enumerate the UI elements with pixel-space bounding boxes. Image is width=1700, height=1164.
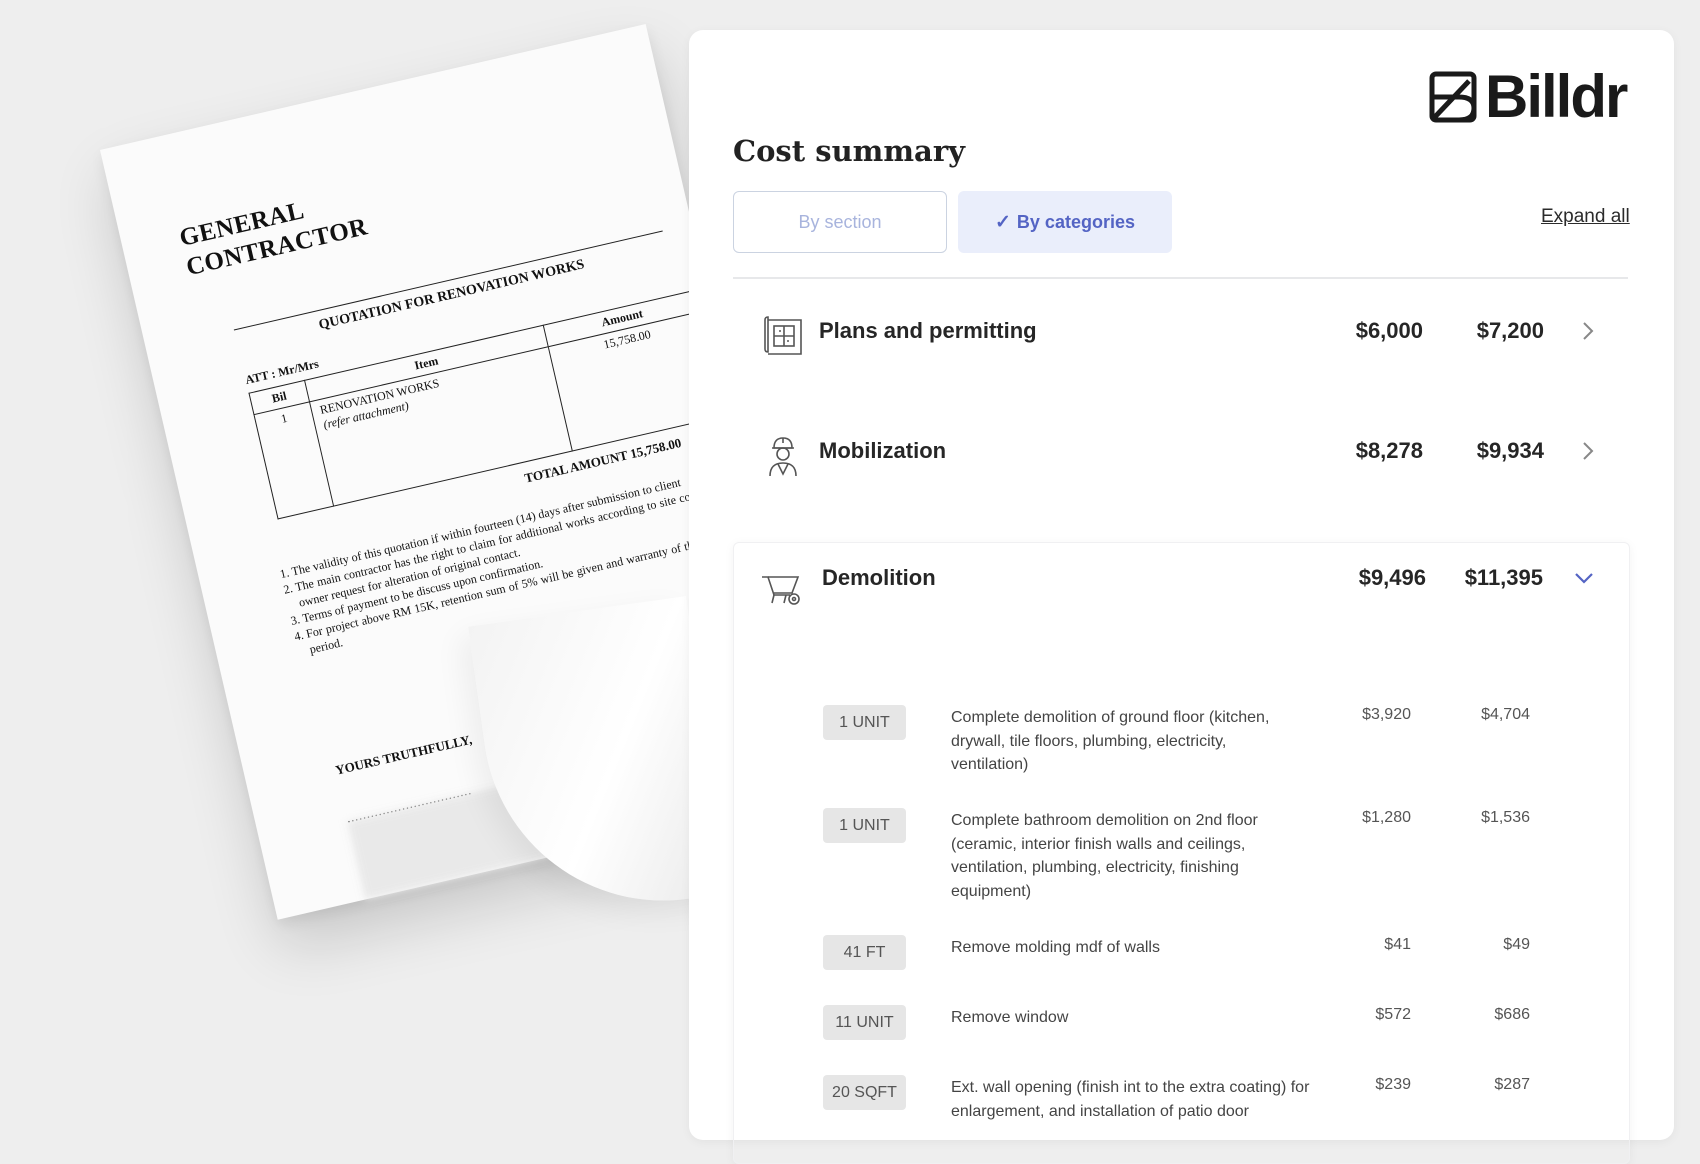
- wheelbarrow-icon: [762, 576, 800, 605]
- line-item-description: Ext. wall opening (finish int to the ext…: [951, 1079, 1310, 1120]
- category-demolition[interactable]: Demolition $9,496 $11,395: [734, 543, 1629, 623]
- tab-by-categories[interactable]: ✓ By categories: [958, 191, 1172, 253]
- line-item-high: $4,704: [1481, 706, 1530, 723]
- unit-badge: 1 UNIT: [823, 705, 906, 740]
- line-item-high: $287: [1494, 1076, 1530, 1093]
- line-item-low: $572: [1375, 1006, 1411, 1023]
- quotation-paper-area: GENERAL CONTRACTOR QUOTATION FOR RENOVAT…: [0, 0, 700, 1114]
- unit-badge: 41 FT: [823, 935, 906, 970]
- line-item-high: $686: [1494, 1006, 1530, 1023]
- billdr-logo-icon: [1429, 71, 1477, 123]
- line-item-low: $1,280: [1362, 809, 1411, 826]
- tab-by-categories-label: By categories: [1016, 211, 1135, 232]
- category-high-estimate: $7,200: [1476, 318, 1544, 343]
- line-item-description: Complete demolition of ground floor (kit…: [951, 709, 1270, 773]
- closing-text: YOURS TRUTHFULLY,: [333, 731, 474, 778]
- unit-badge: 1 UNIT: [823, 808, 906, 843]
- line-item-high: $49: [1503, 936, 1530, 953]
- line-item-low: $3,920: [1362, 706, 1411, 723]
- category-plans-and-permitting[interactable]: Plans and permitting $6,000 $7,200: [733, 298, 1628, 378]
- page-curl: [468, 596, 700, 924]
- blueprint-icon: [764, 316, 802, 355]
- line-item-description: Complete bathroom demolition on 2nd floo…: [951, 812, 1258, 900]
- category-low-estimate: $8,278: [1355, 438, 1423, 463]
- tab-by-section-label: By section: [798, 211, 882, 232]
- billdr-logo: Billdr: [1429, 63, 1628, 130]
- category-mobilization[interactable]: Mobilization $8,278 $9,934: [733, 418, 1628, 498]
- page-title: Cost summary: [733, 134, 965, 168]
- line-item-high: $1,536: [1481, 809, 1530, 826]
- document-title: GENERAL CONTRACTOR: [176, 197, 371, 282]
- chevron-down-icon: [1575, 573, 1593, 584]
- category-name: Mobilization: [819, 438, 947, 463]
- category-name: Demolition: [822, 565, 936, 590]
- line-item-low: $239: [1375, 1076, 1411, 1093]
- category-demolition-panel: Demolition $9,496 $11,395 1 UNIT Complet…: [733, 542, 1630, 1164]
- category-high-estimate: $9,934: [1476, 438, 1544, 463]
- unit-badge: 11 UNIT: [823, 1005, 906, 1040]
- tab-by-section[interactable]: By section: [733, 191, 947, 253]
- billdr-logo-text: Billdr: [1485, 63, 1628, 130]
- expand-all-link[interactable]: Expand all: [1541, 206, 1630, 228]
- line-item-low: $41: [1384, 936, 1411, 953]
- cost-summary-card: Billdr Cost summary By section ✓ By cate…: [689, 30, 1674, 1164]
- chevron-right-icon: [1583, 322, 1594, 340]
- category-high-estimate: $11,395: [1464, 565, 1543, 590]
- check-icon: ✓: [995, 211, 1011, 233]
- worker-icon: [769, 437, 797, 477]
- category-low-estimate: $9,496: [1358, 565, 1426, 590]
- divider: [733, 277, 1628, 279]
- unit-badge: 20 SQFT: [823, 1075, 906, 1110]
- line-item-description: Remove window: [951, 1009, 1069, 1026]
- category-name: Plans and permitting: [819, 318, 1037, 343]
- chevron-right-icon: [1583, 442, 1594, 460]
- category-low-estimate: $6,000: [1355, 318, 1423, 343]
- line-item-description: Remove molding mdf of walls: [951, 939, 1160, 956]
